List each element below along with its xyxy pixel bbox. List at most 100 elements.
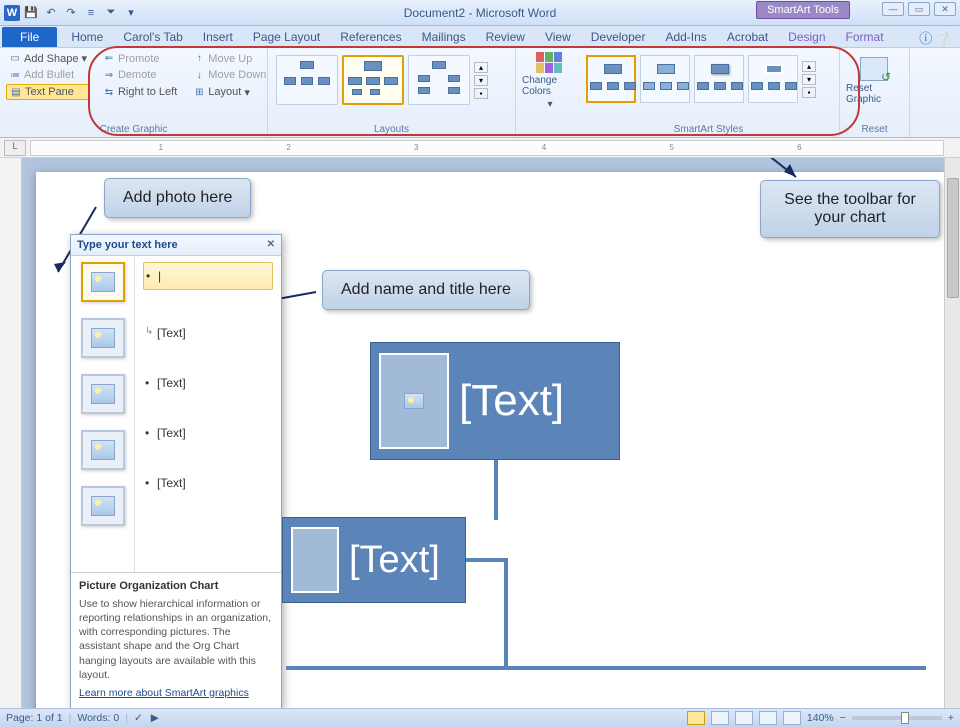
tab-carols[interactable]: Carol's Tab (113, 27, 192, 47)
node-text[interactable]: [Text] (459, 376, 564, 426)
view-outline[interactable] (759, 711, 777, 725)
thumb-1[interactable] (81, 262, 125, 302)
status-proofing-icon[interactable]: ✓ (134, 712, 143, 724)
layout-option-2[interactable] (342, 55, 404, 105)
thumb-2[interactable] (81, 318, 125, 358)
style-option-3[interactable] (694, 55, 744, 103)
minimize-button[interactable]: ― (882, 2, 904, 16)
tab-acrobat[interactable]: Acrobat (717, 27, 778, 47)
view-full-screen[interactable] (711, 711, 729, 725)
text-pane-close-icon[interactable]: ✕ (267, 239, 275, 251)
zoom-level[interactable]: 140% (807, 712, 834, 724)
text-pane-button[interactable]: ▤Text Pane (6, 84, 90, 100)
tab-design[interactable]: Design (778, 27, 835, 47)
horizontal-ruler[interactable]: 1 2 3 4 5 6 (30, 140, 944, 156)
demote-button[interactable]: ⇒Demote (100, 68, 180, 82)
desc-title: Picture Organization Chart (79, 579, 273, 594)
qat-custom-icon[interactable]: ≡ (82, 4, 100, 22)
tab-format[interactable]: Format (836, 27, 894, 47)
smartart-child-node[interactable]: [Text] (282, 517, 466, 603)
node-picture-placeholder[interactable] (379, 353, 449, 449)
status-bar: Page: 1 of 1 | Words: 0 | ✓ ▶ 140% − + (0, 708, 960, 727)
node-text[interactable]: [Text] (349, 539, 440, 582)
style-option-4[interactable] (748, 55, 798, 103)
view-print-layout[interactable] (687, 711, 705, 725)
zoom-in-button[interactable]: + (948, 712, 954, 724)
smartart-top-node[interactable]: [Text] (370, 342, 620, 460)
thumb-5[interactable] (81, 486, 125, 526)
style-option-2[interactable] (640, 55, 690, 103)
add-bullet-button[interactable]: ≔Add Bullet (6, 68, 90, 82)
style-option-1[interactable] (586, 55, 636, 103)
tab-view[interactable]: View (535, 27, 581, 47)
right-to-left-button[interactable]: ⇆Right to Left (100, 84, 180, 100)
text-pane-header[interactable]: Type your text here ✕ (71, 235, 281, 256)
ribbon: ▭Add Shape ▾ ⇐Promote ↑Move Up ≔Add Bull… (0, 48, 960, 138)
vertical-ruler[interactable] (0, 158, 22, 708)
zoom-slider[interactable] (852, 716, 942, 720)
node-picture-placeholder[interactable] (291, 527, 339, 593)
undo-icon[interactable]: ↶ (42, 4, 60, 22)
close-button[interactable]: ✕ (934, 2, 956, 16)
view-draft[interactable] (783, 711, 801, 725)
styles-scroll-up[interactable]: ▴ (802, 61, 816, 72)
save-icon[interactable]: 💾 (22, 4, 40, 22)
layout-option-1[interactable] (276, 55, 338, 105)
zoom-out-button[interactable]: − (840, 712, 846, 724)
ribbon-tabs: File Home Carol's Tab Insert Page Layout… (0, 26, 960, 48)
group-label: Create Graphic (6, 122, 261, 135)
status-macro-icon[interactable]: ▶ (151, 712, 159, 724)
redo-icon[interactable]: ↷ (62, 4, 80, 22)
text-item-1[interactable]: | (143, 262, 273, 290)
promote-icon: ⇐ (103, 53, 115, 65)
tab-page-layout[interactable]: Page Layout (243, 27, 330, 47)
move-up-button[interactable]: ↑Move Up (190, 51, 269, 66)
tab-review[interactable]: Review (476, 27, 535, 47)
picture-placeholder-icon (91, 440, 115, 460)
tab-home[interactable]: Home (61, 27, 113, 47)
thumb-3[interactable] (81, 374, 125, 414)
status-page[interactable]: Page: 1 of 1 (6, 712, 63, 724)
picture-placeholder-icon (91, 272, 115, 292)
styles-more[interactable]: ▪ (802, 87, 816, 98)
colors-icon (536, 52, 564, 73)
word-icon: W (4, 5, 20, 21)
group-smartart-styles: ▴ ▾ ▪ SmartArt Styles (578, 48, 840, 137)
desc-link[interactable]: Learn more about SmartArt graphics (79, 686, 273, 700)
group-reset: ↺ Reset Graphic Reset (840, 48, 910, 137)
page[interactable]: Add photo here Add name and title here S… (36, 172, 944, 708)
tab-addins[interactable]: Add-Ins (655, 27, 716, 47)
add-shape-icon: ▭ (9, 53, 21, 65)
help-icon[interactable]: ⓘ ❔ (919, 28, 952, 47)
layout-option-3[interactable] (408, 55, 470, 105)
add-shape-button[interactable]: ▭Add Shape ▾ (6, 51, 90, 66)
qat-more-icon[interactable]: ▾ (122, 4, 140, 22)
move-down-icon: ↓ (193, 69, 205, 81)
tab-mailings[interactable]: Mailings (412, 27, 476, 47)
text-item-4[interactable]: [Text] (143, 420, 273, 446)
tab-file[interactable]: File (2, 27, 57, 47)
restore-button[interactable]: ▭ (908, 2, 930, 16)
gallery-more[interactable]: ▪ (474, 88, 488, 99)
change-colors-button[interactable]: Change Colors ▾ (522, 51, 578, 106)
promote-button[interactable]: ⇐Promote (100, 51, 180, 66)
layout-button[interactable]: ⊞Layout ▾ (190, 84, 269, 100)
styles-scroll-down[interactable]: ▾ (802, 74, 816, 85)
reset-graphic-button[interactable]: ↺ Reset Graphic (846, 51, 902, 106)
gallery-scroll-down[interactable]: ▾ (474, 75, 488, 86)
vertical-scrollbar[interactable] (944, 158, 960, 708)
thumb-4[interactable] (81, 430, 125, 470)
qat-hierarchy-icon[interactable]: ⏷ (102, 4, 120, 22)
text-item-5[interactable]: [Text] (143, 470, 273, 496)
tab-references[interactable]: References (330, 27, 411, 47)
status-words[interactable]: Words: 0 (77, 712, 119, 724)
tab-insert[interactable]: Insert (193, 27, 243, 47)
gallery-scroll-up[interactable]: ▴ (474, 62, 488, 73)
tab-selector[interactable]: L (4, 140, 26, 156)
move-down-button[interactable]: ↓Move Down (190, 68, 269, 82)
text-item-3[interactable]: [Text] (143, 370, 273, 396)
text-item-2[interactable]: [Text] (143, 320, 273, 346)
tab-developer[interactable]: Developer (581, 27, 656, 47)
picture-placeholder-icon (91, 496, 115, 516)
view-web-layout[interactable] (735, 711, 753, 725)
